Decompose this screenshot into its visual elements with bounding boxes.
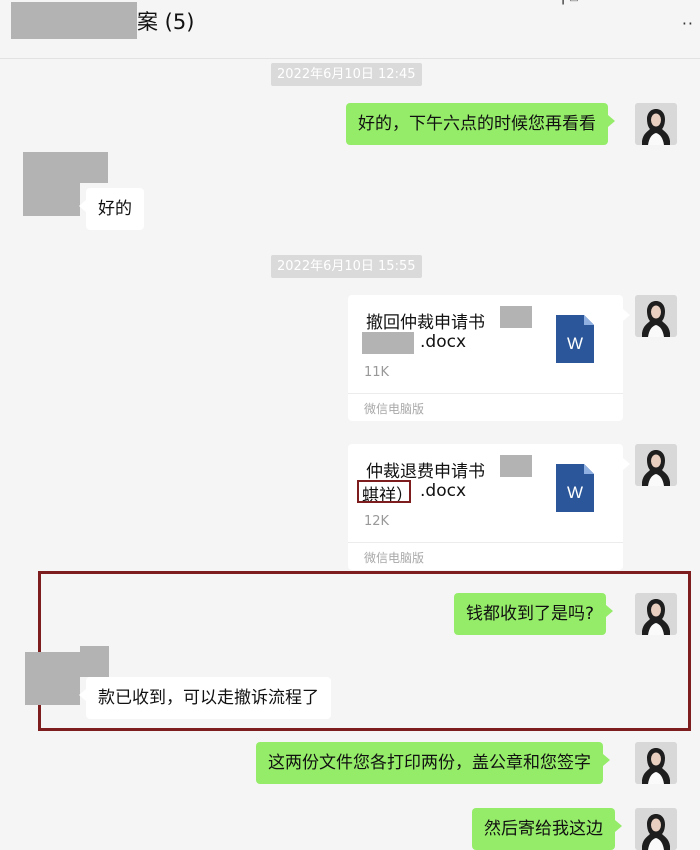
message-bubble-incoming[interactable]: 好的	[79, 188, 144, 230]
file-message[interactable]: 仲裁退费申请书 蜞祥） .docx 12K 微信电脑版 W	[348, 444, 630, 570]
word-file-icon: W	[556, 464, 594, 512]
file-source: 微信电脑版	[364, 551, 425, 565]
timestamp: 2022年6月10日 15:55	[271, 255, 422, 278]
message-bubble-outgoing[interactable]: 好的，下午六点的时候您再看看	[346, 103, 615, 145]
divider	[348, 542, 623, 543]
file-message[interactable]: 撤回仲裁申请书 .docx 11K 微信电脑版 W	[348, 295, 630, 421]
redacted-name	[80, 646, 109, 677]
file-size: 12K	[364, 514, 390, 529]
redacted-title	[11, 2, 137, 39]
file-size: 11K	[364, 365, 390, 380]
avatar-icon[interactable]	[635, 808, 677, 850]
highlight-box-filename	[357, 480, 411, 503]
avatar-icon[interactable]	[635, 742, 677, 784]
redacted-avatar	[23, 152, 80, 216]
avatar-icon[interactable]	[635, 593, 677, 635]
file-name: 撤回仲裁申请书	[366, 313, 485, 333]
chat-title: 案 (5)	[137, 10, 195, 34]
timestamp: 2022年6月10日 12:45	[271, 63, 422, 86]
file-extension: .docx	[420, 481, 467, 501]
chat-header: 案 (5) ┃ ▭ ··	[0, 0, 700, 59]
window-controls[interactable]: ┃ ▭	[560, 0, 579, 5]
divider	[348, 393, 623, 394]
word-file-icon: W	[556, 315, 594, 363]
file-name: 仲裁退费申请书	[366, 462, 485, 482]
redacted-filename	[500, 306, 532, 328]
message-bubble-incoming[interactable]: 款已收到，可以走撤诉流程了	[79, 677, 331, 719]
message-bubble-outgoing[interactable]: 钱都收到了是吗?	[454, 593, 614, 635]
redacted-filename	[500, 455, 532, 477]
redacted-avatar	[25, 652, 80, 705]
file-source: 微信电脑版	[364, 402, 425, 416]
file-extension: .docx	[420, 332, 467, 352]
avatar-icon[interactable]	[635, 103, 677, 145]
message-bubble-outgoing[interactable]: 然后寄给我这边	[472, 808, 622, 850]
svg-text:W: W	[567, 334, 583, 353]
redacted-name	[80, 152, 108, 183]
redacted-filename	[362, 332, 414, 354]
avatar-icon[interactable]	[635, 295, 677, 337]
message-bubble-outgoing[interactable]: 这两份文件您各打印两份，盖公章和您签字	[256, 742, 610, 784]
svg-text:W: W	[567, 483, 583, 502]
more-icon[interactable]: ··	[682, 14, 694, 33]
avatar-icon[interactable]	[635, 444, 677, 486]
